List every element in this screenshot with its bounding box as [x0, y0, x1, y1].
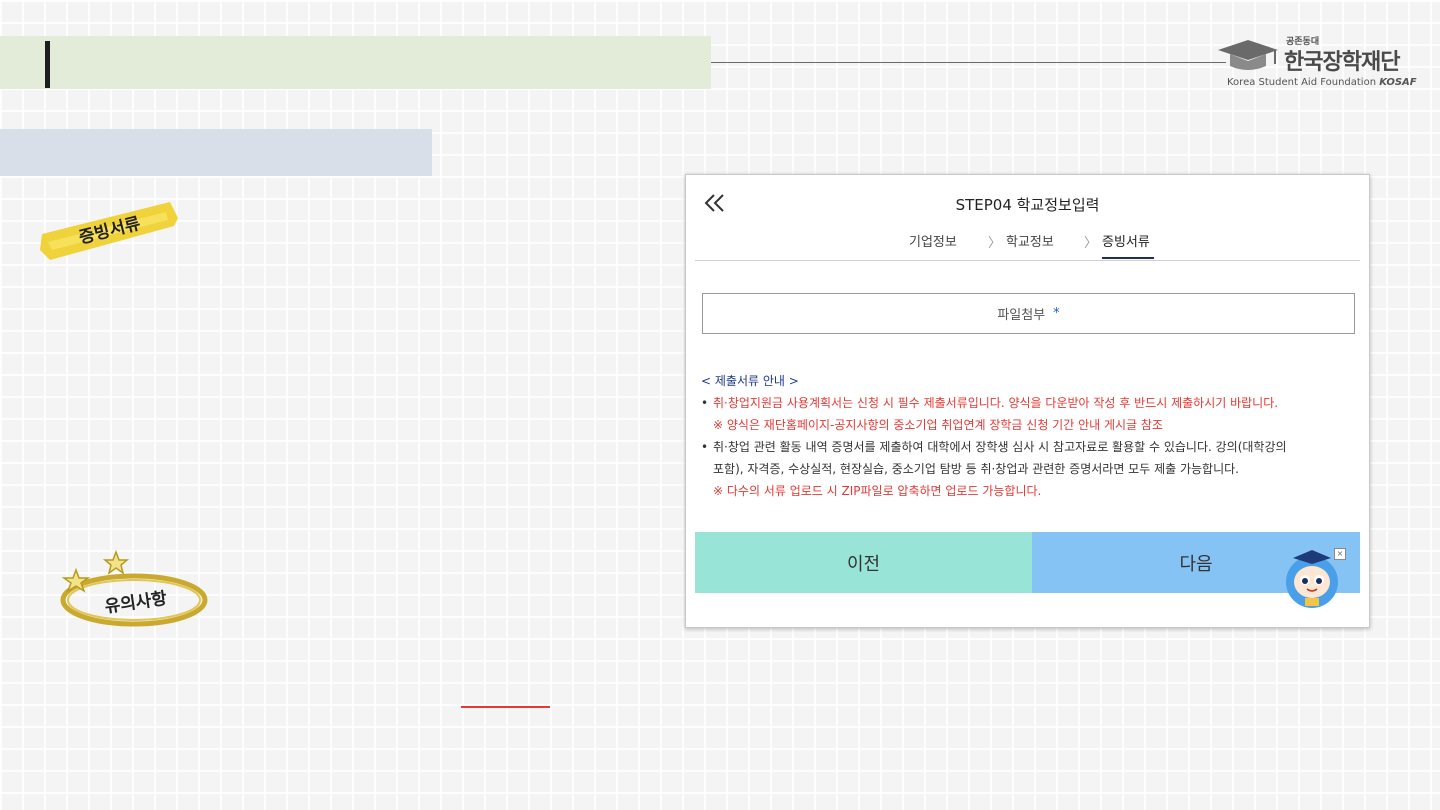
- documents-sticker: 증빙서류: [38, 198, 180, 268]
- header-divider: [695, 260, 1360, 261]
- logo-name-english: Korea Student Aid Foundation KOSAF: [1227, 77, 1417, 88]
- required-mark: *: [1053, 306, 1060, 321]
- tab-documents[interactable]: 증빙서류: [1102, 231, 1150, 250]
- title-accent-bar: [45, 41, 50, 88]
- file-attach-field[interactable]: 파일첨부 *: [702, 293, 1355, 334]
- submission-notice: < 제출서류 안내 > • 취·창업지원금 사용계획서는 신청 시 필수 제출서류…: [701, 370, 1361, 502]
- red-underline-mark: [461, 706, 550, 708]
- subtitle-band: [0, 129, 432, 176]
- cautions-sticker: 유의사항: [58, 548, 210, 636]
- graduation-cap-icon: [1218, 40, 1278, 70]
- mascot-close-button[interactable]: ×: [1334, 548, 1346, 560]
- prev-button[interactable]: 이전: [695, 532, 1032, 593]
- notice-line-1: • 취·창업지원금 사용계획서는 신청 시 필수 제출서류입니다. 양식을 다운받…: [701, 396, 1279, 410]
- kosaf-logo: 공존동대 한국장학재단 Korea Student Aid Foundation…: [1216, 34, 1417, 94]
- notice-line-3: • 취·창업 관련 활동 내역 증명서를 제출하여 대학에서 장학생 심사 시 참…: [701, 440, 1287, 454]
- active-tab-indicator: [1102, 257, 1154, 259]
- notice-heading: < 제출서류 안내 >: [701, 374, 799, 388]
- notice-line-5: ※ 다수의 서류 업로드 시 ZIP파일로 압축하면 업로드 가능합니다.: [713, 484, 1042, 498]
- chevron-right-icon: 〉: [1084, 236, 1098, 251]
- mascot-character-icon[interactable]: [1283, 546, 1341, 610]
- chevron-right-icon: 〉: [988, 236, 1002, 251]
- notice-line-2: ※ 양식은 재단홈페이지-공지사항의 중소기업 취업연계 장학금 신청 기간 안…: [713, 418, 1163, 432]
- tab-company-info[interactable]: 기업정보: [909, 231, 957, 250]
- file-attach-label: 파일첨부: [997, 308, 1046, 323]
- panel-title: STEP04 학교정보입력: [955, 196, 1100, 214]
- title-band: [0, 36, 711, 89]
- notice-line-4: 포함), 자격증, 수상실적, 현장실습, 중소기업 탐방 등 취·창업과 관련…: [713, 462, 1239, 476]
- title-rule-line: [711, 62, 1226, 63]
- logo-name-korean: 한국장학재단: [1284, 50, 1400, 75]
- tab-school-info[interactable]: 학교정보: [1006, 231, 1054, 250]
- step4-panel: STEP04 학교정보입력 기업정보 〉 학교정보 〉 증빙서류 파일첨부 * …: [685, 174, 1370, 628]
- cautions-sticker-text: 유의사항: [103, 588, 168, 618]
- step-tabs: 기업정보 〉 학교정보 〉 증빙서류: [686, 231, 1369, 261]
